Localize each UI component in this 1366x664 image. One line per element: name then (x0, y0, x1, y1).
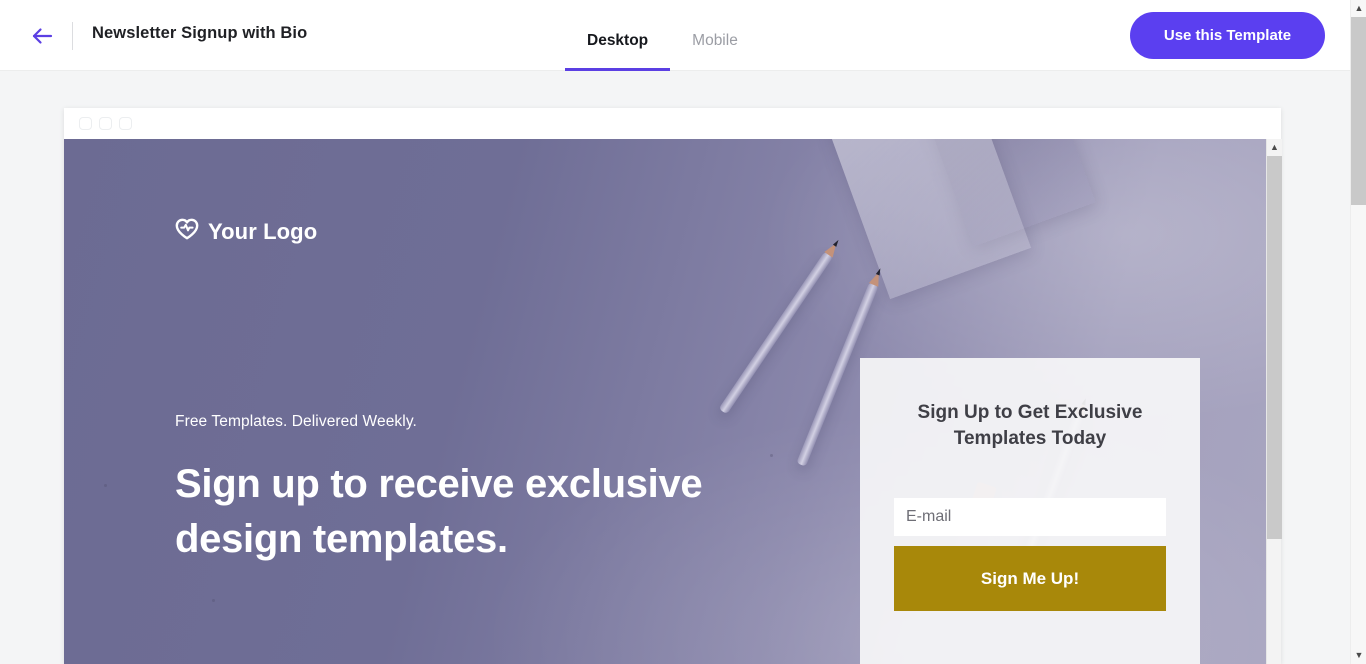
browser-mockup-chrome (64, 108, 1281, 139)
brand-logo: Your Logo (175, 218, 317, 245)
signup-card: Sign Up to Get Exclusive Templates Today… (860, 358, 1200, 664)
back-button[interactable] (28, 22, 56, 50)
hero-section: Your Logo Free Templates. Delivered Week… (64, 139, 1266, 664)
desk-speck (104, 484, 107, 487)
page-scrollbar[interactable]: ▲ ▼ (1350, 0, 1366, 664)
tab-mobile-label: Mobile (692, 32, 738, 49)
browser-dot-minimize (99, 117, 112, 130)
sign-me-up-button[interactable]: Sign Me Up! (894, 546, 1166, 611)
preview-scroll-up-button[interactable]: ▲ (1267, 139, 1282, 156)
brand-logo-text: Your Logo (208, 218, 318, 244)
email-input[interactable] (894, 498, 1166, 536)
use-this-template-button[interactable]: Use this Template (1130, 12, 1325, 59)
desk-pencil (718, 251, 834, 415)
desk-speck (212, 599, 215, 602)
template-preview-stage: Your Logo Free Templates. Delivered Week… (0, 71, 1350, 664)
preview-scrollbar-thumb[interactable] (1267, 156, 1282, 539)
browser-mockup: Your Logo Free Templates. Delivered Week… (64, 108, 1282, 664)
chevron-up-icon: ▲ (1354, 3, 1364, 13)
preview-scrollbar[interactable]: ▲ (1266, 139, 1282, 664)
view-mode-tabs: Desktop Mobile (565, 0, 760, 71)
tab-desktop-label: Desktop (587, 32, 649, 49)
page-scroll-up-button[interactable]: ▲ (1351, 0, 1366, 17)
hero-eyebrow: Free Templates. Delivered Weekly. (175, 413, 417, 430)
browser-dot-maximize (119, 117, 132, 130)
hero-headline: Sign up to receive exclusive design temp… (175, 462, 703, 561)
tab-desktop[interactable]: Desktop (565, 0, 671, 71)
chevron-down-icon: ▼ (1354, 650, 1364, 660)
heart-pulse-icon (175, 218, 199, 245)
header-divider (72, 22, 73, 50)
page-scrollbar-thumb[interactable] (1351, 17, 1366, 205)
page-title: Newsletter Signup with Bio (92, 24, 308, 42)
desk-speck (770, 454, 773, 457)
desk-paper (826, 139, 1032, 300)
page-scroll-down-button[interactable]: ▼ (1351, 647, 1366, 664)
browser-dot-close (79, 117, 92, 130)
arrow-left-icon (31, 27, 53, 45)
tab-mobile[interactable]: Mobile (670, 0, 760, 71)
app-header: Newsletter Signup with Bio Desktop Mobil… (0, 0, 1350, 71)
signup-card-title: Sign Up to Get Exclusive Templates Today (917, 402, 1143, 449)
chevron-up-icon: ▲ (1270, 142, 1279, 152)
